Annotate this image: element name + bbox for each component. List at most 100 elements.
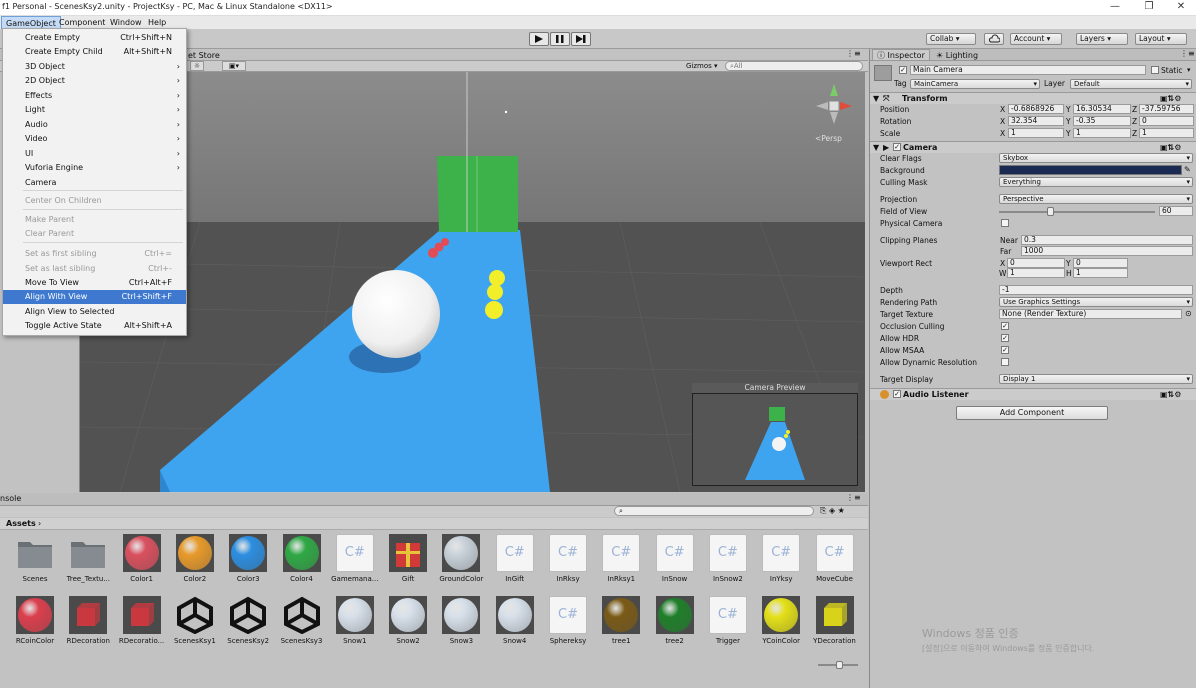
asset-item[interactable]: Color1 <box>117 534 167 592</box>
asset-item[interactable]: RCoinColor <box>10 596 60 654</box>
asset-item[interactable]: tree1 <box>596 596 646 654</box>
layer-dropdown[interactable]: Default <box>1070 79 1192 89</box>
scale-x-field[interactable]: 1 <box>1008 128 1064 138</box>
asset-item[interactable]: Snow2 <box>383 596 433 654</box>
projection-dropdown[interactable]: Perspective <box>999 194 1193 204</box>
layers-dropdown[interactable]: Layers ▾ <box>1076 33 1128 45</box>
depth-field[interactable]: -1 <box>999 285 1193 295</box>
object-picker-icon[interactable]: ⊙ <box>1185 309 1192 318</box>
step-button[interactable] <box>571 32 591 46</box>
menu-item-align-view-to-selected[interactable]: Align View to Selected <box>3 305 186 319</box>
asset-item[interactable]: Gift <box>383 534 433 592</box>
transform-header[interactable]: ▼ ⤧ Transform ▣⇅⚙ <box>870 92 1196 104</box>
rendering-path-dropdown[interactable]: Use Graphics Settings <box>999 297 1193 307</box>
viewport-x-field[interactable]: 0 <box>1007 258 1065 268</box>
asset-item[interactable]: Color2 <box>170 534 220 592</box>
maximize-button[interactable]: ❐ <box>1134 1 1164 14</box>
target-texture-field[interactable]: None (Render Texture) <box>999 309 1182 319</box>
allow-hdr-checkbox[interactable]: ✓ <box>1001 334 1009 342</box>
asset-item[interactable]: RDecoratio... <box>117 596 167 654</box>
asset-item[interactable]: C# MoveCube <box>810 534 860 592</box>
asset-item[interactable]: Snow3 <box>436 596 486 654</box>
asset-item[interactable]: ScenesKsy2 <box>223 596 273 654</box>
position-y-field[interactable]: 16.30534 <box>1073 104 1131 114</box>
component-settings-icon[interactable]: ▣⇅⚙ <box>1160 142 1181 153</box>
gizmos-dropdown[interactable]: Gizmos ▾ <box>686 62 718 70</box>
scene-search-input[interactable]: ⌕All <box>725 61 863 71</box>
scale-y-field[interactable]: 1 <box>1073 128 1131 138</box>
icon-size-slider-thumb[interactable] <box>836 661 843 669</box>
asset-item[interactable]: tree2 <box>650 596 700 654</box>
asset-item[interactable]: RDecoration <box>63 596 113 654</box>
camera-header[interactable]: ▼ ▶ ✓ Camera ▣⇅⚙ <box>870 141 1196 153</box>
console-tab[interactable]: nsole <box>0 494 21 503</box>
orientation-gizmo[interactable] <box>808 80 860 128</box>
asset-item[interactable]: ScenesKsy1 <box>170 596 220 654</box>
asset-item[interactable]: C# InSnow <box>650 534 700 592</box>
culling-mask-dropdown[interactable]: Everything <box>999 177 1193 187</box>
static-dropdown[interactable]: Static <box>1161 66 1182 75</box>
component-menu-icon[interactable]: ▣⇅⚙ <box>1160 389 1181 400</box>
cloud-button[interactable] <box>984 33 1004 45</box>
menu-item-video[interactable]: Video › <box>3 132 186 146</box>
layout-dropdown[interactable]: Layout ▾ <box>1135 33 1187 45</box>
asset-item[interactable]: C# InSnow2 <box>703 534 753 592</box>
near-field[interactable]: 0.3 <box>1021 235 1193 245</box>
position-z-field[interactable]: -37.59756 <box>1139 104 1194 114</box>
menu-item-move-to-view[interactable]: Move To View Ctrl+Alt+F <box>3 276 186 290</box>
viewport-y-field[interactable]: 0 <box>1073 258 1128 268</box>
inspector-menu-icon[interactable]: ⋮≡ <box>1180 49 1195 58</box>
menu-item-create-empty-child[interactable]: Create Empty Child Alt+Shift+N <box>3 45 186 59</box>
menu-item-toggle-active-state[interactable]: Toggle Active State Alt+Shift+A <box>3 319 186 333</box>
asset-item[interactable]: Snow1 <box>330 596 380 654</box>
asset-item[interactable]: C# InGift <box>490 534 540 592</box>
menu-item-camera[interactable]: Camera <box>3 176 186 190</box>
asset-item[interactable]: C# InYksy <box>756 534 806 592</box>
minimize-button[interactable]: — <box>1100 1 1130 14</box>
viewport-w-field[interactable]: 1 <box>1007 268 1065 278</box>
asset-item[interactable]: Snow4 <box>490 596 540 654</box>
collab-button[interactable]: Collab ▾ <box>926 33 976 45</box>
asset-item[interactable]: C# Gamemana... <box>330 534 380 592</box>
viewport-h-field[interactable]: 1 <box>1073 268 1128 278</box>
menu-item-audio[interactable]: Audio › <box>3 118 186 132</box>
eyedropper-icon[interactable]: ✎ <box>1184 165 1191 174</box>
far-field[interactable]: 1000 <box>1021 246 1193 256</box>
tag-dropdown[interactable]: MainCamera <box>910 79 1040 89</box>
camera-enabled-checkbox[interactable]: ✓ <box>893 143 901 151</box>
rotation-z-field[interactable]: 0 <box>1139 116 1194 126</box>
menu-item-3d-object[interactable]: 3D Object › <box>3 60 186 74</box>
menu-item-align-with-view[interactable]: Align With View Ctrl+Shift+F <box>3 290 186 304</box>
menu-item-2d-object[interactable]: 2D Object › <box>3 74 186 88</box>
asset-item[interactable]: GroundColor <box>436 534 486 592</box>
clear-flags-dropdown[interactable]: Skybox <box>999 153 1193 163</box>
menu-item-create-empty[interactable]: Create Empty Ctrl+Shift+N <box>3 31 186 45</box>
position-x-field[interactable]: -0.6868926 <box>1008 104 1064 114</box>
pause-button[interactable] <box>550 32 570 46</box>
audio-listener-header[interactable]: ✓ Audio Listener ▣⇅⚙ <box>870 388 1196 400</box>
static-arrow-icon[interactable]: ▾ <box>1187 66 1191 74</box>
add-component-button[interactable]: Add Component <box>956 406 1108 420</box>
project-search-input[interactable]: ⌕ <box>614 506 814 516</box>
fov-slider-thumb[interactable] <box>1047 207 1055 216</box>
image-icon[interactable]: ▣▾ <box>222 61 246 71</box>
rotation-y-field[interactable]: -0.35 <box>1073 116 1131 126</box>
static-checkbox[interactable] <box>1151 66 1159 74</box>
close-button[interactable]: ✕ <box>1166 1 1196 14</box>
tab-menu-icon[interactable]: ⋮≡ <box>846 49 861 58</box>
foldout-arrow-icon[interactable]: ▼ <box>873 93 879 104</box>
object-name-field[interactable]: Main Camera <box>910 65 1146 75</box>
component-help-icon[interactable]: ▣⇅⚙ <box>1160 93 1181 104</box>
asset-item[interactable]: Color4 <box>277 534 327 592</box>
asset-item[interactable]: C# Trigger <box>703 596 753 654</box>
play-button[interactable] <box>529 32 549 46</box>
dynamic-resolution-checkbox[interactable] <box>1001 358 1009 366</box>
rotation-x-field[interactable]: 32.354 <box>1008 116 1064 126</box>
asset-item[interactable]: C# InRksy <box>543 534 593 592</box>
fov-field[interactable]: 60 <box>1159 206 1193 216</box>
asset-item[interactable]: Scenes <box>10 534 60 592</box>
asset-item[interactable]: Tree_Textu... <box>63 534 113 592</box>
breadcrumb-assets[interactable]: Assets <box>6 519 36 528</box>
account-dropdown[interactable]: Account ▾ <box>1010 33 1062 45</box>
asset-item[interactable]: C# InRksy1 <box>596 534 646 592</box>
